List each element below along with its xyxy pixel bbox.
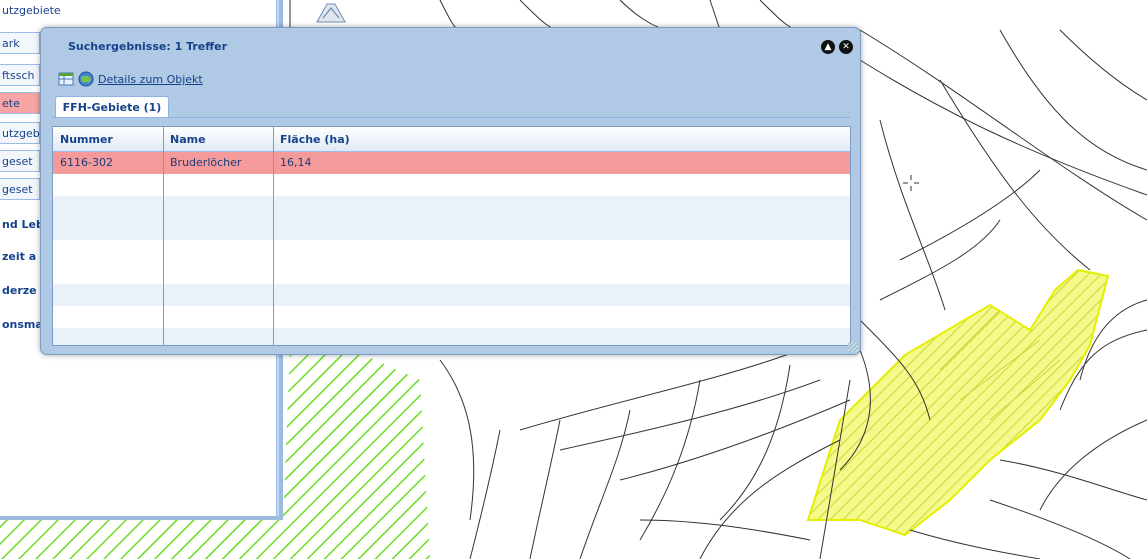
empty-row: [53, 218, 850, 240]
empty-row: [53, 196, 850, 218]
empty-row: [53, 240, 850, 262]
globe-icon[interactable]: [78, 71, 94, 87]
layer-group-derzeit[interactable]: derze: [0, 280, 40, 302]
empty-row: [53, 174, 850, 196]
empty-row: [53, 284, 850, 306]
layer-item-schutzgebiet[interactable]: utzgeb: [0, 122, 40, 144]
resize-handle[interactable]: [848, 342, 858, 352]
table-row[interactable]: 6116-302 Bruderlöcher 16,14: [53, 152, 850, 174]
layer-item-gesetzlich-2[interactable]: geset: [0, 178, 40, 200]
cell-name: Bruderlöcher: [170, 156, 242, 169]
layer-item-ffh-gebiete[interactable]: ete: [0, 92, 40, 114]
empty-row: [53, 306, 850, 328]
column-header-nummer[interactable]: Nummer: [53, 127, 163, 151]
table-icon[interactable]: [58, 71, 74, 87]
tab-ffh-gebiete[interactable]: FFH-Gebiete (1): [55, 96, 169, 118]
layer-item-landschaftsschutz[interactable]: ftssch: [0, 64, 40, 86]
cell-flaeche: 16,14: [280, 156, 312, 169]
layer-item-gesetzlich-1[interactable]: geset: [0, 150, 40, 172]
results-grid: Nummer Name Fläche (ha) 6116-302 Bruderl…: [52, 126, 851, 346]
empty-row: [53, 262, 850, 284]
column-header-flaeche[interactable]: Fläche (ha): [273, 127, 573, 151]
tab-strip: [52, 117, 850, 118]
column-divider: [163, 127, 164, 345]
layer-item-park[interactable]: ark: [0, 32, 40, 54]
search-results-dialog: Suchergebnisse: 1 Treffer ▲ ✕ Details zu…: [40, 27, 861, 355]
layer-item-schutzgebiete[interactable]: utzgebiete: [0, 0, 270, 22]
grid-header: Nummer Name Fläche (ha): [53, 127, 850, 152]
layer-group-leben[interactable]: nd Leb: [0, 214, 40, 236]
empty-row: [53, 328, 850, 345]
pan-tool-icon[interactable]: [313, 0, 349, 24]
layer-group-massnahmen[interactable]: onsma: [0, 314, 40, 336]
cell-nummer: 6116-302: [60, 156, 113, 169]
column-divider: [273, 127, 274, 345]
layer-group-zeit[interactable]: zeit a: [0, 246, 40, 268]
collapse-icon[interactable]: ▲: [821, 40, 835, 54]
dialog-title: Suchergebnisse: 1 Treffer: [68, 40, 228, 53]
column-header-name[interactable]: Name: [163, 127, 273, 151]
crosshair-cursor-icon: [903, 175, 919, 191]
details-link[interactable]: Details zum Objekt: [98, 73, 203, 86]
close-icon[interactable]: ✕: [839, 40, 853, 54]
